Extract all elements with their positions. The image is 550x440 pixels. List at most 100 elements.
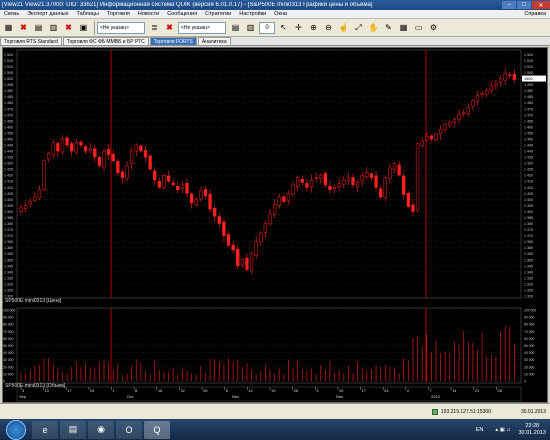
candle-body bbox=[323, 173, 327, 186]
menu-item-windows[interactable]: Окна bbox=[270, 11, 291, 17]
y-tick-label-left: 1 385 bbox=[4, 216, 13, 220]
chart-icon[interactable]: ▤ bbox=[229, 21, 242, 34]
candle-body bbox=[360, 174, 364, 182]
candle-body bbox=[485, 90, 489, 95]
candle-body bbox=[291, 184, 295, 196]
candle-body bbox=[471, 100, 475, 107]
y-tick-label-left: 1 340 bbox=[4, 270, 13, 274]
candle-body bbox=[512, 74, 517, 81]
layout-icon[interactable]: ▦ bbox=[397, 21, 410, 34]
folder-icon[interactable]: ▣ bbox=[77, 21, 90, 34]
remove-icon[interactable]: ✖ bbox=[163, 21, 176, 34]
new-window-icon[interactable]: ▦ bbox=[2, 21, 15, 34]
candle-body bbox=[111, 153, 115, 161]
candle-body bbox=[388, 167, 392, 179]
delete-order-icon[interactable]: ✖ bbox=[17, 21, 30, 34]
tab-micex-rts[interactable]: Торговля ФС ФБ ММВБ и БР РТС bbox=[62, 37, 149, 45]
language-indicator[interactable]: EN bbox=[476, 427, 484, 433]
candle-body bbox=[143, 150, 148, 158]
toolbar: ▦ ✖ ▤ ▥ ✖ ▣ <Не указан> ≣ ✖ <Не указан> … bbox=[0, 19, 550, 37]
menu-item-messages[interactable]: Сообщения bbox=[163, 11, 201, 17]
connection-icon bbox=[431, 408, 438, 415]
menu-item-help[interactable]: Справка bbox=[520, 11, 550, 17]
grid-icon[interactable]: ▥ bbox=[47, 21, 60, 34]
candle-body bbox=[236, 248, 240, 267]
settings-icon[interactable]: ⚙ bbox=[427, 21, 440, 34]
y-tick-label-left: 1 440 bbox=[4, 150, 13, 154]
tab-forts[interactable]: Торговля FORTS bbox=[149, 37, 197, 45]
x-tick-label: 22 bbox=[180, 388, 185, 393]
menu-item-tables[interactable]: Таблицы bbox=[72, 11, 102, 17]
crosshair-icon[interactable]: ✛ bbox=[292, 21, 305, 34]
menu-item-trading[interactable]: Торговля bbox=[103, 11, 134, 17]
arrow-icon[interactable]: ↖ bbox=[277, 21, 290, 34]
close-button[interactable]: ✕ bbox=[532, 1, 550, 9]
chrome-icon[interactable]: ◉ bbox=[88, 420, 114, 439]
y-tick-label-left: 1 520 bbox=[4, 53, 13, 57]
x-tick-label: 28 bbox=[497, 388, 502, 393]
candle-body bbox=[319, 174, 323, 179]
y-tick-label-left: 1 325 bbox=[4, 288, 13, 292]
clock[interactable]: 23:28 30.01.2013 bbox=[518, 423, 546, 437]
hand-icon[interactable]: ✋ bbox=[367, 21, 380, 34]
tab-rts-standard[interactable]: Торговля RTS Standard bbox=[0, 37, 62, 45]
y-tick-label-left: 1 505 bbox=[4, 71, 13, 75]
candle-body bbox=[194, 199, 198, 205]
volume-tick-label-left: 50 000 bbox=[3, 344, 13, 348]
last-price-label: 1500 bbox=[524, 77, 532, 81]
candle-body bbox=[462, 112, 466, 115]
y-tick-label-left: 1 375 bbox=[4, 228, 13, 232]
zoom-out-icon[interactable]: ⊖ bbox=[322, 21, 335, 34]
y-tick-label-left: 1 490 bbox=[4, 89, 13, 93]
y-tick-label-right: 1 460 bbox=[524, 125, 533, 129]
opera-icon[interactable]: O bbox=[116, 420, 142, 439]
y-tick-label-right: 1 515 bbox=[524, 59, 533, 63]
ie-icon[interactable]: e bbox=[32, 420, 58, 439]
volume-tick-label-right: 100 000 bbox=[524, 309, 536, 313]
candle-body bbox=[494, 83, 498, 87]
chart-window[interactable]: 1 520 1 515 1 510 1 505 1 500 1 495 1 490 1 485… bbox=[2, 47, 548, 403]
window-icon[interactable]: ▭ bbox=[412, 21, 425, 34]
volume-tick-label-right: 30 000 bbox=[524, 358, 534, 362]
start-button[interactable] bbox=[6, 419, 26, 440]
menu-item-export[interactable]: Экспорт данных bbox=[23, 11, 72, 17]
candle-body bbox=[259, 232, 263, 243]
draw-icon[interactable]: ✎ bbox=[382, 21, 395, 34]
y-tick-label-right: 1 325 bbox=[524, 288, 533, 292]
y-tick-label-left: 1 390 bbox=[4, 210, 13, 214]
pointer-icon[interactable]: ☝ bbox=[337, 21, 350, 34]
table-icon[interactable]: ▤ bbox=[32, 21, 45, 34]
y-tick-label-left: 1 355 bbox=[4, 252, 13, 256]
minimize-button[interactable]: – bbox=[502, 1, 516, 9]
y-tick-label-left: 1 345 bbox=[4, 264, 13, 268]
candle-body bbox=[176, 186, 180, 190]
explorer-icon[interactable]: ▤ bbox=[60, 420, 86, 439]
expand-icon[interactable]: ⤢ bbox=[352, 21, 365, 34]
tray-icons[interactable]: ▴ ▣ ♫ bbox=[495, 427, 510, 433]
candle-body bbox=[19, 207, 23, 212]
candle-body bbox=[480, 92, 484, 95]
x-tick-label: 24 bbox=[384, 388, 389, 393]
tab-analytics[interactable]: Аналитика bbox=[197, 37, 231, 45]
zoom-in-icon[interactable]: ⊕ bbox=[307, 21, 320, 34]
candle-body bbox=[420, 141, 424, 146]
bars-icon[interactable]: ▥ bbox=[244, 21, 257, 34]
y-tick-label-left: 1 400 bbox=[4, 198, 13, 202]
number-field[interactable]: 0 bbox=[259, 21, 275, 34]
menu-item-connection[interactable]: Связь bbox=[0, 11, 23, 17]
cancel-icon[interactable]: ✖ bbox=[62, 21, 75, 34]
y-tick-label-right: 1 340 bbox=[524, 270, 533, 274]
list-icon[interactable]: ≣ bbox=[148, 21, 161, 34]
account-select[interactable]: <Не указан> bbox=[97, 21, 145, 34]
quik-icon[interactable]: Q bbox=[144, 420, 170, 439]
candle-body bbox=[240, 259, 244, 266]
menu-item-settings[interactable]: Настройки bbox=[235, 11, 270, 17]
client-select[interactable]: <Не указан> bbox=[178, 21, 226, 34]
maximize-button[interactable]: □ bbox=[517, 1, 531, 9]
candle-body bbox=[28, 201, 32, 205]
menu-item-strategies[interactable]: Стратегии bbox=[201, 11, 235, 17]
candle-body bbox=[272, 203, 277, 215]
menu-item-news[interactable]: Новости bbox=[134, 11, 163, 17]
price-volume-chart[interactable]: 1 520 1 515 1 510 1 505 1 500 1 495 1 490 1 485… bbox=[3, 48, 547, 402]
y-tick-label-right: 1 440 bbox=[524, 150, 533, 154]
